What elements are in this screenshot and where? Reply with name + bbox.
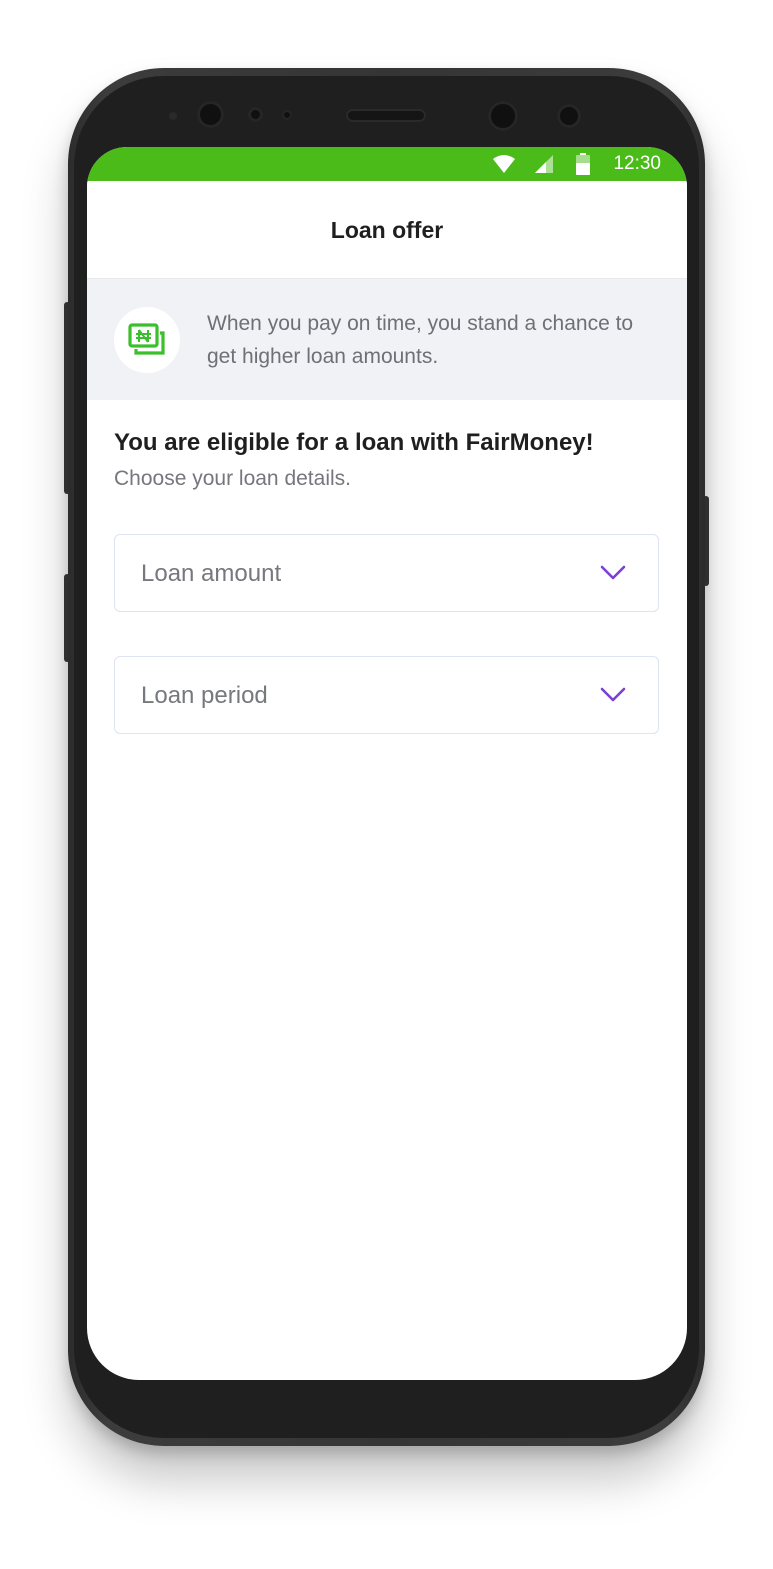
eligibility-heading: You are eligible for a loan with FairMon…: [114, 429, 594, 456]
front-camera: [197, 101, 224, 128]
loan-amount-select[interactable]: Loan amount: [114, 534, 659, 612]
chevron-down-icon: [600, 687, 626, 702]
loan-period-placeholder: Loan period: [141, 682, 268, 709]
iris-camera: [557, 104, 581, 128]
signal-icon: [535, 155, 553, 173]
iris-scanner: [488, 101, 518, 131]
loan-period-select[interactable]: Loan period: [114, 656, 659, 734]
wifi-icon: [493, 155, 515, 173]
loan-amount-placeholder: Loan amount: [141, 560, 282, 587]
chevron-down-icon: [600, 565, 626, 580]
status-bar: 12:30: [87, 147, 687, 181]
device-mockup: 12:30 Loan offer When you pay on time, y…: [0, 0, 773, 1569]
naira-cash-icon: [128, 323, 165, 355]
led-indicator: [282, 110, 292, 120]
battery-icon: [576, 153, 590, 175]
info-icon-badge: [114, 307, 180, 373]
app-header: Loan offer: [87, 181, 687, 279]
info-banner: When you pay on time, you stand a chance…: [87, 279, 687, 400]
status-time: 12:30: [613, 153, 661, 174]
earpiece-speaker: [346, 109, 426, 122]
light-sensor: [248, 107, 263, 122]
page-title: Loan offer: [330, 217, 444, 243]
eligibility-subtitle: Choose your loan details.: [114, 467, 351, 490]
proximity-sensor: [169, 112, 177, 120]
app-screen: 12:30 Loan offer When you pay on time, y…: [87, 147, 687, 1380]
info-message: When you pay on time, you stand a chance…: [207, 312, 634, 368]
